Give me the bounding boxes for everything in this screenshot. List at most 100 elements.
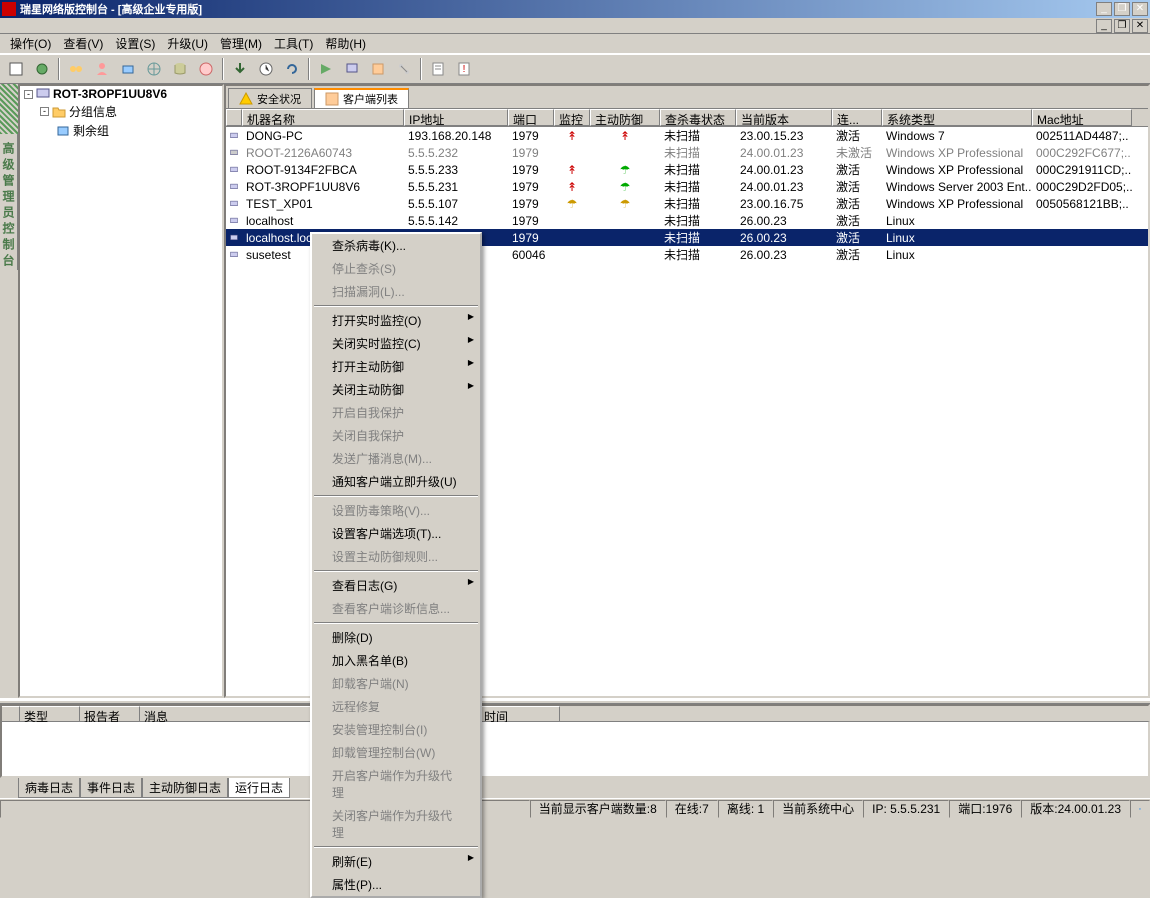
cell-ip: 193.168.20.148 [404,129,508,143]
col-scan[interactable]: 查杀毒状态 [660,109,736,126]
table-row[interactable]: ROT-3ROPF1UU8V65.5.5.2311979↟☂未扫描24.00.0… [226,178,1148,195]
col-def[interactable]: 主动防御 [590,109,660,126]
tool-db-icon[interactable] [168,57,192,81]
cell-sys: Windows Server 2003 Ent... [882,180,1032,194]
tool-net-icon[interactable] [142,57,166,81]
col-port[interactable]: 端口 [508,109,554,126]
ctx-kill[interactable]: 查杀病毒(K)... [312,234,480,257]
status-offline: 离线: 1 [718,800,773,818]
ctx-viewlog[interactable]: 查看日志(G) [312,574,480,597]
log-col-reporter[interactable]: 报告者 [80,706,140,721]
cell-sys: Windows XP Professional [882,146,1032,160]
menu-manage[interactable]: 管理(M) [214,33,268,54]
cell-name: localhost [242,214,404,228]
tree-remain[interactable]: 剩余组 [20,121,222,140]
close-button[interactable]: ✕ [1132,2,1148,16]
col-name[interactable]: 机器名称 [242,109,404,126]
cell-def: ↟ [590,129,660,143]
ctx-notify[interactable]: 通知客户端立即升级(U) [312,470,480,493]
menu-upgrade[interactable]: 升级(U) [161,33,214,54]
cell-mon: ↟ [554,129,590,143]
ctx-openmon[interactable]: 打开实时监控(O) [312,309,480,332]
titlebar: 瑞星网络版控制台 - [高级企业专用版] _ ❐ ✕ [0,0,1150,18]
table-row[interactable]: ROOT-9134F2FBCA5.5.5.2331979↟☂未扫描24.00.0… [226,161,1148,178]
cell-sys: Linux [882,231,1032,245]
tree-panel[interactable]: - ROT-3ROPF1UU8V6 - 分组信息 剩余组 [18,84,224,698]
cell-scan: 未扫描 [660,195,736,212]
tree-root[interactable]: - ROT-3ROPF1UU8V6 [20,86,222,102]
cell-conn: 未激活 [832,144,882,161]
tool-group-icon[interactable] [64,57,88,81]
log-tab-def[interactable]: 主动防御日志 [142,778,228,798]
col-mon[interactable]: 监控 [554,109,590,126]
ctx-delete[interactable]: 删除(D) [312,626,480,649]
tool-rpt-icon[interactable] [426,57,450,81]
computer-icon [230,231,238,245]
table-row[interactable]: DONG-PC193.168.20.1481979↟↟未扫描23.00.15.2… [226,127,1148,144]
col-ver[interactable]: 当前版本 [736,109,832,126]
log-tab-run[interactable]: 运行日志 [228,778,290,798]
table-row[interactable]: localhost5.5.5.1421979未扫描26.00.23激活Linux [226,212,1148,229]
tool-conn-icon[interactable] [392,57,416,81]
log-tab-virus[interactable]: 病毒日志 [18,778,80,798]
tool-btn-2[interactable] [30,57,54,81]
ctx-blacklist[interactable]: 加入黑名单(B) [312,649,480,672]
menu-settings[interactable]: 设置(S) [109,33,161,54]
tree-expand-icon[interactable]: - [40,107,49,116]
mdi-restore-button[interactable]: ❐ [1114,19,1130,33]
tool-alert-icon[interactable]: ! [452,57,476,81]
umbrella-yellow-icon: ☂ [567,197,578,211]
tool-user-icon[interactable] [90,57,114,81]
menu-view[interactable]: 查看(V) [57,33,109,54]
tool-remote-icon[interactable] [340,57,364,81]
tool-dl-icon[interactable] [228,57,252,81]
status-clients: 当前显示客户端数量:8 [530,800,666,818]
tool-sched-icon[interactable] [254,57,278,81]
col-sys[interactable]: 系统类型 [882,109,1032,126]
log-col-type[interactable]: 类型 [20,706,80,721]
col-mac[interactable]: Mac地址 [1032,109,1132,126]
menu-tools[interactable]: 工具(T) [268,33,319,54]
log-tab-event[interactable]: 事件日志 [80,778,142,798]
tool-sync-icon[interactable] [280,57,304,81]
ctx-closedef[interactable]: 关闭主动防御 [312,378,480,401]
tree-group[interactable]: - 分组信息 [20,102,222,121]
mdi-minimize-button[interactable]: _ [1096,19,1112,33]
ctx-opendef[interactable]: 打开主动防御 [312,355,480,378]
restore-button[interactable]: ❐ [1114,2,1130,16]
tool-lic-icon[interactable] [366,57,390,81]
umbrella-yellow-icon: ☂ [620,197,631,211]
table-row[interactable]: TEST_XP015.5.5.1071979☂☂未扫描23.00.16.75激活… [226,195,1148,212]
cell-name: ROT-3ROPF1UU8V6 [242,180,404,194]
cell-mon: ↟ [554,163,590,177]
ctx-props[interactable]: 属性(P)... [312,873,480,896]
ctx-clientopt[interactable]: 设置客户端选项(T)... [312,522,480,545]
cell-ver: 24.00.01.23 [736,163,832,177]
tool-push-icon[interactable] [314,57,338,81]
tree-expand-icon[interactable]: - [24,90,33,99]
cell-ver: 26.00.23 [736,248,832,262]
tool-x-icon[interactable] [194,57,218,81]
log-col-time[interactable]: 时间 [480,706,560,721]
menu-help[interactable]: 帮助(H) [319,33,372,54]
cell-sys: Windows XP Professional [882,163,1032,177]
cell-port: 1979 [508,146,554,160]
ctx-refresh[interactable]: 刷新(E) [312,850,480,873]
mdi-close-button[interactable]: ✕ [1132,19,1148,33]
cell-conn: 激活 [832,212,882,229]
app-icon [2,2,16,16]
tab-security[interactable]: 安全状况 [228,88,312,108]
menu-operation[interactable]: 操作(O) [4,33,57,54]
ctx-closemon[interactable]: 关闭实时监控(C) [312,332,480,355]
col-conn[interactable]: 连... [832,109,882,126]
arrow-red-icon: ↟ [567,180,577,194]
tool-btn-1[interactable] [4,57,28,81]
log-body[interactable] [0,722,1150,778]
cell-sys: Linux [882,248,1032,262]
tab-clients[interactable]: 客户端列表 [314,88,409,108]
tool-svc-icon[interactable] [116,57,140,81]
col-ip[interactable]: IP地址 [404,109,508,126]
cell-mon: ↟ [554,180,590,194]
table-row[interactable]: ROOT-2126A607435.5.5.2321979未扫描24.00.01.… [226,144,1148,161]
minimize-button[interactable]: _ [1096,2,1112,16]
